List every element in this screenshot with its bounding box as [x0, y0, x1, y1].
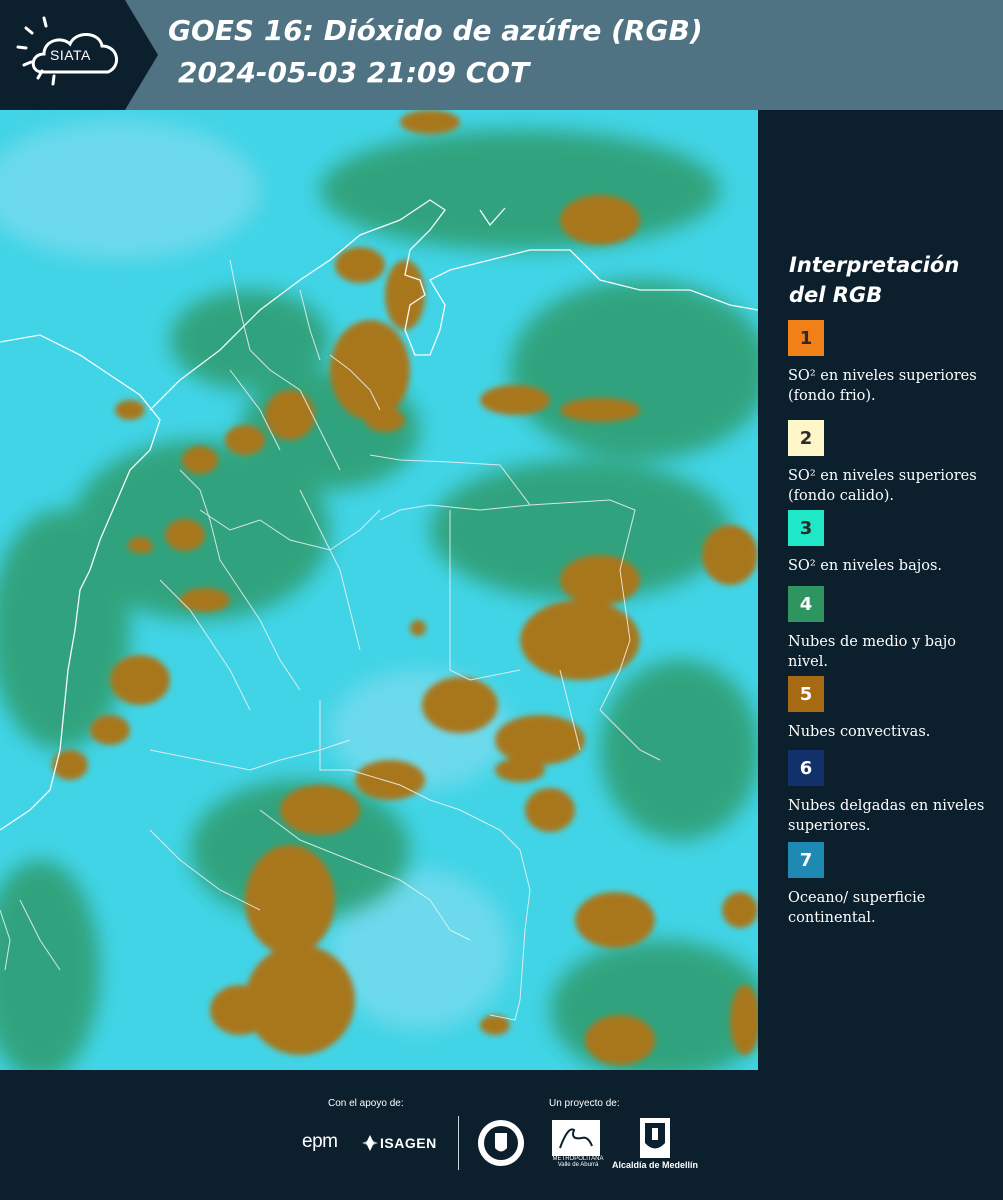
legend-swatch-2: 2: [788, 420, 824, 456]
legend-number-2: 2: [799, 427, 813, 449]
legend-number-5: 5: [799, 683, 813, 705]
legend-text-2: SO² en niveles superiores (fondo calido)…: [788, 468, 977, 504]
page-title: GOES 16: Dióxido de azúfre (RGB): [168, 14, 703, 47]
legend-swatch-6: 6: [788, 750, 824, 786]
legend-text-4: Nubes de medio y bajo nivel.: [788, 634, 956, 670]
alcaldia-logo: Alcaldía de Medellín: [612, 1160, 699, 1170]
legend-text-3: SO² en niveles bajos.: [788, 558, 942, 574]
page-timestamp: 2024-05-03 21:09 COT: [178, 56, 530, 89]
header-bar: SIATA GOES 16: Dióxido de azúfre (RGB) 2…: [0, 0, 1003, 110]
legend-panel: Interpretación del RGB 1 SO² en niveles …: [758, 110, 1003, 1070]
legend-swatch-5: 5: [788, 676, 824, 712]
legend-item-5: 5 Nubes convectivas.: [788, 676, 988, 742]
legend-item-2: 2 SO² en niveles superiores (fondo calid…: [788, 420, 988, 514]
satellite-map[interactable]: [0, 110, 758, 1070]
legend-swatch-1: 1: [788, 320, 824, 356]
area-metropolitana-icon: [552, 1120, 600, 1156]
legend-swatch-7: 7: [788, 842, 824, 878]
legend-swatch-4: 4: [788, 586, 824, 622]
epm-logo: epm: [302, 1131, 338, 1152]
support-label: Con el apoyo de:: [328, 1098, 404, 1109]
legend-swatch-3: 3: [788, 510, 824, 546]
legend-text-7: Oceano/ superficie continental.: [788, 890, 926, 926]
legend-text-1: SO² en niveles superiores (fondo frio).: [788, 368, 977, 404]
legend-text-6: Nubes delgadas en niveles superiores.: [788, 798, 985, 834]
legend-item-4: 4 Nubes de medio y bajo nivel.: [788, 586, 988, 672]
project-label: Un proyecto de:: [549, 1098, 620, 1109]
legend-title: Interpretación del RGB: [789, 253, 960, 307]
alcaldia-shield-icon: [640, 1118, 670, 1158]
legend-number-3: 3: [799, 517, 813, 539]
legend-number-6: 6: [799, 757, 813, 779]
isagen-icon: [362, 1135, 378, 1151]
legend-number-7: 7: [799, 849, 813, 871]
legend-number-4: 4: [799, 593, 813, 615]
legend-number-1: 1: [799, 327, 813, 349]
legend-text-5: Nubes convectivas.: [788, 724, 931, 740]
legend-item-7: 7 Oceano/ superficie continental.: [788, 842, 988, 928]
footer-divider: [458, 1116, 459, 1170]
legend-item-6: 6 Nubes delgadas en niveles superiores.: [788, 750, 988, 836]
siata-logo: SIATA: [0, 0, 160, 110]
siata-logo-text: SIATA: [50, 47, 91, 63]
legend-item-3: 3 SO² en niveles bajos.: [788, 510, 988, 576]
legend-item-1: 1 SO² en niveles superiores (fondo frio)…: [788, 320, 988, 406]
area-metropolitana-logo: METROPOLITANA Valle de Aburrá: [552, 1156, 604, 1168]
seal-icon: [478, 1120, 524, 1166]
footer-bar: Con el apoyo de: Un proyecto de: epm ISA…: [0, 1070, 1003, 1200]
isagen-logo: ISAGEN: [380, 1135, 437, 1151]
